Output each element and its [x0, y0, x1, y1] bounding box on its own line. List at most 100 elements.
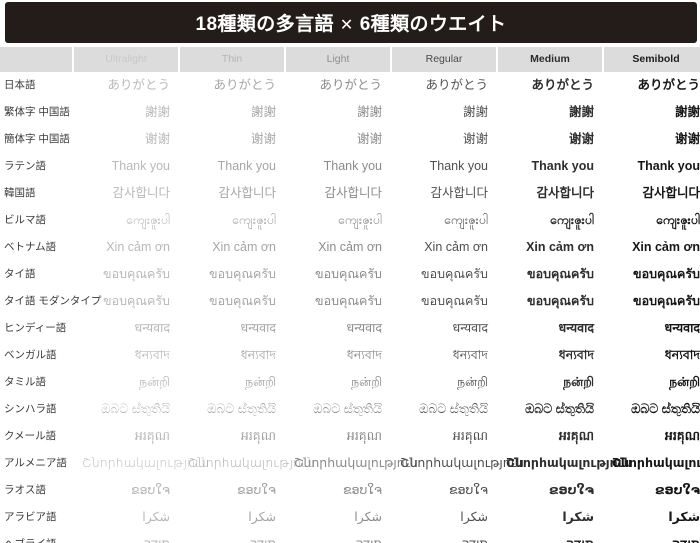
sample-cell: धन्यवाद — [558, 321, 594, 335]
sample-cell: អរគុណ — [346, 429, 382, 443]
sample-cell: 谢谢 — [356, 132, 382, 146]
sample-cell: תודה — [498, 531, 602, 543]
sample-cell: ကျေးဇူးပါ — [231, 213, 276, 227]
title-bar: 18種類の多言語 ✕ 6種類のウエイト — [5, 2, 697, 43]
sample-cell: תודה — [392, 531, 496, 543]
column-header-regular[interactable]: Regular — [392, 47, 496, 72]
table-row: シンハラ語 ඔබට ස්තුතියි ඔබට ස්තුතියි ඔබට ස්තුතිය… — [0, 396, 700, 423]
table-row: ビルマ語 ကျေးဇူးပါ ကျေးဇူးပါ ကျေးဇူးပါ ကျေးဇူးပါ… — [0, 207, 700, 234]
sample-cell: 謝謝 — [356, 105, 382, 119]
sample-cell: ขอบคุณครับ — [315, 294, 382, 308]
sample-cell: អរគុណ — [240, 429, 276, 443]
sample-cell: شكرا — [142, 510, 170, 524]
sample-cell: ඔබට ස්තුතියි — [207, 402, 276, 416]
table-header-row: Ultralight Thin Light Regular Medium Semibold — [0, 47, 700, 72]
table-row: ラテン語 Thank you Thank you Thank you Thank you… — [0, 153, 700, 180]
multiply-icon: ✕ — [339, 17, 354, 34]
sample-cell: 谢谢 — [462, 132, 488, 146]
sample-cell: ඔබට ස්තුතියි — [419, 402, 488, 416]
sample-cell: 감사합니다 — [218, 186, 276, 200]
sample-cell: Thank you — [217, 159, 276, 173]
sample-cell: អរគុណ — [452, 429, 488, 443]
sample-cell: Xin cảm ơn — [212, 240, 276, 254]
sample-cell: ඔබට ස්තුතියි — [101, 402, 170, 416]
language-label: タイ語 — [4, 268, 36, 280]
sample-cell: ขอบคุณครับ — [633, 294, 700, 308]
sample-cell: ありがとう — [425, 78, 488, 92]
table-row: ベトナム語 Xin cảm ơn Xin cảm ơn Xin cảm ơn Xin c… — [0, 234, 700, 261]
language-label: ベンガル語 — [4, 349, 57, 361]
sample-cell: நன்றி — [669, 375, 700, 389]
sample-cell: 감사합니다 — [112, 186, 170, 200]
sample-cell: धन्यवाद — [134, 321, 170, 335]
sample-cell: 谢谢 — [144, 132, 170, 146]
language-label: 日本語 — [4, 79, 36, 91]
sample-cell: ကျေးဇူးပါ — [443, 213, 488, 227]
sample-cell: Շնորհակալություն — [506, 456, 632, 470]
language-label: 韓国語 — [4, 187, 36, 199]
sample-cell: धन्यवाद — [240, 321, 276, 335]
sample-cell: ขอบคุณครับ — [103, 267, 170, 281]
sample-cell: ধন্যবাদ — [240, 348, 276, 362]
language-label: ラオス語 — [4, 484, 46, 496]
table-row: アルメニア語 Շնորհակալություն Շնորհակալություն Շն… — [0, 450, 700, 477]
sample-cell: நன்றி — [351, 375, 382, 389]
sample-cell: ຂອບໃຈ — [237, 483, 276, 497]
sample-cell: شكرا — [562, 510, 594, 524]
sample-cell: ขอบคุณครับ — [209, 267, 276, 281]
sample-cell: धन्यवाद — [664, 321, 700, 335]
sample-cell: ありがとう — [319, 78, 382, 92]
sample-cell: Thank you — [531, 159, 594, 173]
sample-cell: תודה — [286, 531, 390, 543]
table-row: クメール語 អរគុណ អរគុណ អរគុណ អរគុណ អរគុណ អរគុណ — [0, 423, 700, 450]
language-label: ヘブライ語 — [0, 531, 72, 543]
language-label: 繁体字 中国語 — [4, 106, 70, 118]
sample-cell: 谢谢 — [250, 132, 276, 146]
sample-cell: ขอบคุณครับ — [633, 267, 700, 281]
column-header-light[interactable]: Light — [286, 47, 390, 72]
sample-cell: धन्यवाद — [346, 321, 382, 335]
sample-cell: ຂອບໃຈ — [449, 483, 488, 497]
sample-cell: អរគុណ — [134, 429, 170, 443]
language-label: 簡体字 中国語 — [4, 133, 70, 145]
specimen-table: Ultralight Thin Light Regular Medium Semibold… — [0, 47, 700, 543]
sample-cell: ありがとう — [107, 78, 170, 92]
sample-cell: 감사합니다 — [324, 186, 382, 200]
sample-cell: شكرا — [248, 510, 276, 524]
sample-cell: ありがとう — [531, 78, 594, 92]
table-row: 韓国語 감사합니다 감사합니다 감사합니다 감사합니다 감사합니다 감사합니다 — [0, 180, 700, 207]
sample-cell: Շնորհակալություն — [188, 456, 316, 470]
sample-cell: Xin cảm ơn — [632, 240, 700, 254]
table-row: タイ語 モダンタイプ ขอบคุณครับ ขอบคุณครับ ขอบคุณครับ… — [0, 288, 700, 315]
sample-cell: Xin cảm ơn — [526, 240, 594, 254]
sample-cell: Thank you — [637, 159, 700, 173]
column-header-semibold[interactable]: Semibold — [604, 47, 700, 72]
sample-cell: شكرا — [668, 510, 700, 524]
table-body: 日本語 ありがとう ありがとう ありがとう ありがとう ありがとう ありがとう 繁体字 中国語… — [0, 72, 700, 543]
sample-cell: Thank you — [323, 159, 382, 173]
sample-cell: 謝謝 — [462, 105, 488, 119]
sample-cell: ඔබට ස්තුතියි — [631, 402, 700, 416]
column-header-medium[interactable]: Medium — [498, 47, 602, 72]
language-label: ラテン語 — [4, 160, 46, 172]
language-label: ビルマ語 — [4, 214, 46, 226]
sample-cell: شكرا — [460, 510, 488, 524]
column-header-ultralight[interactable]: Ultralight — [74, 47, 178, 72]
sample-cell: ကျေးဇူးပါ — [549, 213, 594, 227]
sample-cell: ধন্যবাদ — [558, 348, 594, 362]
sample-cell: תודה — [180, 531, 284, 543]
sample-cell: 謝謝 — [674, 105, 700, 119]
sample-cell: ধন্যবাদ — [346, 348, 382, 362]
sample-cell: ຂອບໃຈ — [549, 483, 594, 497]
sample-cell: 감사합니다 — [642, 186, 700, 200]
column-header-thin[interactable]: Thin — [180, 47, 284, 72]
title-prefix: 18種類の多言語 — [195, 14, 334, 35]
sample-cell: شكرا — [354, 510, 382, 524]
sample-cell: நன்றி — [139, 375, 170, 389]
sample-cell: Xin cảm ơn — [106, 240, 170, 254]
language-label: アラビア語 — [4, 511, 57, 523]
sample-cell: ຂອບໃຈ — [343, 483, 382, 497]
sample-cell: 감사합니다 — [536, 186, 594, 200]
sample-cell: תודה — [74, 531, 178, 543]
sample-cell: நன்றி — [245, 375, 276, 389]
